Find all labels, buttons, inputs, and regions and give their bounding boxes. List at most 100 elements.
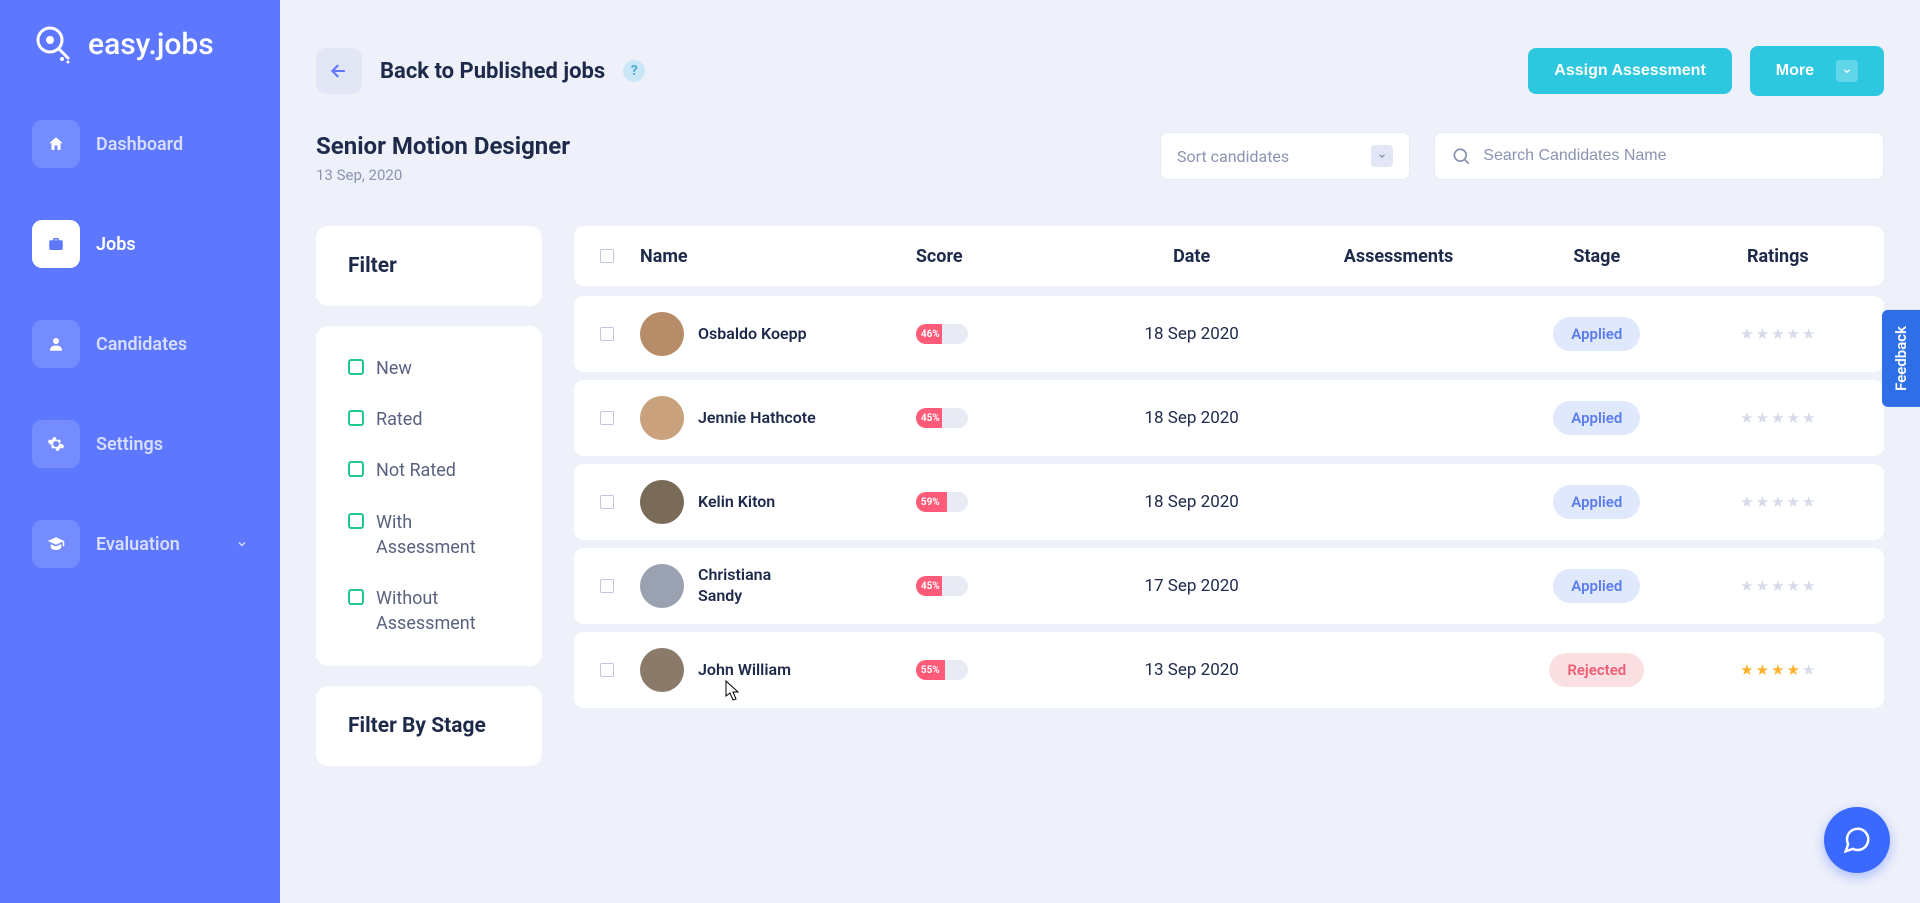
table-row[interactable]: John William55%13 Sep 2020Rejected★★★★★: [574, 632, 1884, 708]
row-checkbox[interactable]: [600, 495, 614, 509]
score-pill: 59%: [916, 492, 968, 512]
star-icon: ★: [1756, 409, 1769, 427]
filter-label: Without Assessment: [376, 586, 510, 636]
sidebar-item-settings[interactable]: Settings: [22, 406, 258, 482]
table-row[interactable]: Osbaldo Koepp 46% 18 Sep 2020 Applied ★★★★★: [574, 296, 1884, 372]
job-title-row: Senior Motion Designer 13 Sep, 2020 Sort…: [316, 132, 1884, 184]
filter-without-assessment[interactable]: Without Assessment: [348, 586, 510, 636]
logo-icon: [32, 22, 76, 66]
chevron-down-icon: [1836, 60, 1858, 82]
candidate-name: Jennie Hathcote: [698, 408, 816, 429]
feedback-button[interactable]: Feedback: [1882, 310, 1920, 407]
ratings-cell[interactable]: ★★★★★: [1692, 325, 1864, 343]
sort-dropdown[interactable]: Sort candidates: [1160, 132, 1410, 180]
star-icon: ★: [1756, 661, 1769, 679]
filter-options: New Rated Not Rated With Assessment With…: [316, 326, 542, 666]
star-icon: ★: [1740, 325, 1753, 343]
filter-new[interactable]: New: [348, 356, 510, 381]
stage-cell: Applied: [1502, 401, 1692, 435]
sidebar-item-label: Jobs: [96, 234, 136, 255]
table-row[interactable]: Christiana Sandy45%17 Sep 2020Applied★★★…: [574, 548, 1884, 624]
job-date: 13 Sep, 2020: [316, 166, 1136, 184]
ratings-cell[interactable]: ★★★★★: [1692, 409, 1864, 427]
name-cell: Christiana Sandy: [640, 564, 916, 608]
stage-badge: Rejected: [1549, 653, 1644, 687]
content-row: Filter New Rated Not Rated With Assessm: [316, 226, 1884, 786]
gear-icon: [32, 420, 80, 468]
sidebar-item-jobs[interactable]: Jobs: [22, 206, 258, 282]
candidate-name: Kelin Kiton: [698, 492, 775, 513]
date-cell: 18 Sep 2020: [1088, 408, 1295, 428]
filter-not-rated[interactable]: Not Rated: [348, 458, 510, 483]
select-all-checkbox[interactable]: [600, 249, 614, 263]
search-icon: [1451, 145, 1471, 167]
th-date: Date: [1088, 246, 1295, 267]
date-cell: 17 Sep 2020: [1088, 576, 1295, 596]
star-icon: ★: [1740, 409, 1753, 427]
ratings-cell[interactable]: ★★★★★: [1692, 493, 1864, 511]
row-checkbox[interactable]: [600, 663, 614, 677]
candidates-table: Name Score Date Assessments Stage Rating…: [574, 226, 1884, 716]
home-icon: [32, 120, 80, 168]
logo-text: easy.jobs: [88, 27, 214, 62]
main-content: Back to Published jobs ? Assign Assessme…: [280, 0, 1920, 903]
filter-by-stage-title: Filter By Stage: [348, 714, 510, 738]
chevron-down-icon: [236, 534, 248, 555]
filter-title: Filter: [348, 254, 510, 278]
candidate-name: John William: [698, 660, 791, 681]
chat-bubble-button[interactable]: [1824, 807, 1890, 873]
filter-with-assessment[interactable]: With Assessment: [348, 510, 510, 560]
star-icon: ★: [1756, 577, 1769, 595]
star-icon: ★: [1771, 577, 1784, 595]
search-box[interactable]: [1434, 132, 1884, 180]
job-title: Senior Motion Designer: [316, 132, 1136, 160]
score-pill: 46%: [916, 324, 968, 344]
date-cell: 18 Sep 2020: [1088, 324, 1295, 344]
graduation-icon: [32, 520, 80, 568]
name-cell: John William: [640, 648, 916, 692]
avatar: [640, 564, 684, 608]
star-icon: ★: [1802, 409, 1815, 427]
sidebar-item-label: Dashboard: [96, 134, 183, 155]
star-icon: ★: [1802, 325, 1815, 343]
row-checkbox[interactable]: [600, 579, 614, 593]
sidebar-item-candidates[interactable]: Candidates: [22, 306, 258, 382]
more-button[interactable]: More: [1750, 46, 1884, 96]
back-button[interactable]: [316, 48, 362, 94]
header-row: Back to Published jobs ? Assign Assessme…: [316, 46, 1884, 96]
star-icon: ★: [1787, 577, 1800, 595]
score-value: 45%: [916, 576, 942, 596]
ratings-cell[interactable]: ★★★★★: [1692, 577, 1864, 595]
th-assessments: Assessments: [1295, 246, 1502, 267]
star-icon: ★: [1756, 325, 1769, 343]
row-checkbox[interactable]: [600, 411, 614, 425]
stage-badge: Applied: [1553, 485, 1640, 519]
assign-assessment-button[interactable]: Assign Assessment: [1528, 48, 1731, 94]
sidebar-item-evaluation[interactable]: Evaluation: [22, 506, 258, 582]
search-input[interactable]: [1483, 147, 1867, 165]
checkbox-icon: [348, 513, 364, 529]
star-icon: ★: [1787, 493, 1800, 511]
stage-badge: Applied: [1553, 317, 1640, 351]
table-header: Name Score Date Assessments Stage Rating…: [574, 226, 1884, 286]
table-row[interactable]: Jennie Hathcote45%18 Sep 2020Applied★★★★…: [574, 380, 1884, 456]
candidate-name: Osbaldo Koepp: [698, 324, 807, 345]
avatar: [640, 480, 684, 524]
filter-rated[interactable]: Rated: [348, 407, 510, 432]
row-checkbox[interactable]: [600, 327, 614, 341]
sidebar-item-label: Settings: [96, 434, 163, 455]
avatar: [640, 312, 684, 356]
sidebar-item-dashboard[interactable]: Dashboard: [22, 106, 258, 182]
filter-label: Not Rated: [376, 458, 456, 483]
help-icon[interactable]: ?: [623, 60, 645, 82]
filter-panel: Filter New Rated Not Rated With Assessm: [316, 226, 542, 786]
star-icon: ★: [1787, 661, 1800, 679]
logo[interactable]: easy.jobs: [22, 22, 258, 66]
th-stage: Stage: [1502, 246, 1692, 267]
star-icon: ★: [1740, 493, 1753, 511]
score-pill: 45%: [916, 408, 968, 428]
score-cell: 46%: [916, 324, 1088, 344]
table-row[interactable]: Kelin Kiton59%18 Sep 2020Applied★★★★★: [574, 464, 1884, 540]
ratings-cell[interactable]: ★★★★★: [1692, 661, 1864, 679]
star-icon: ★: [1787, 409, 1800, 427]
